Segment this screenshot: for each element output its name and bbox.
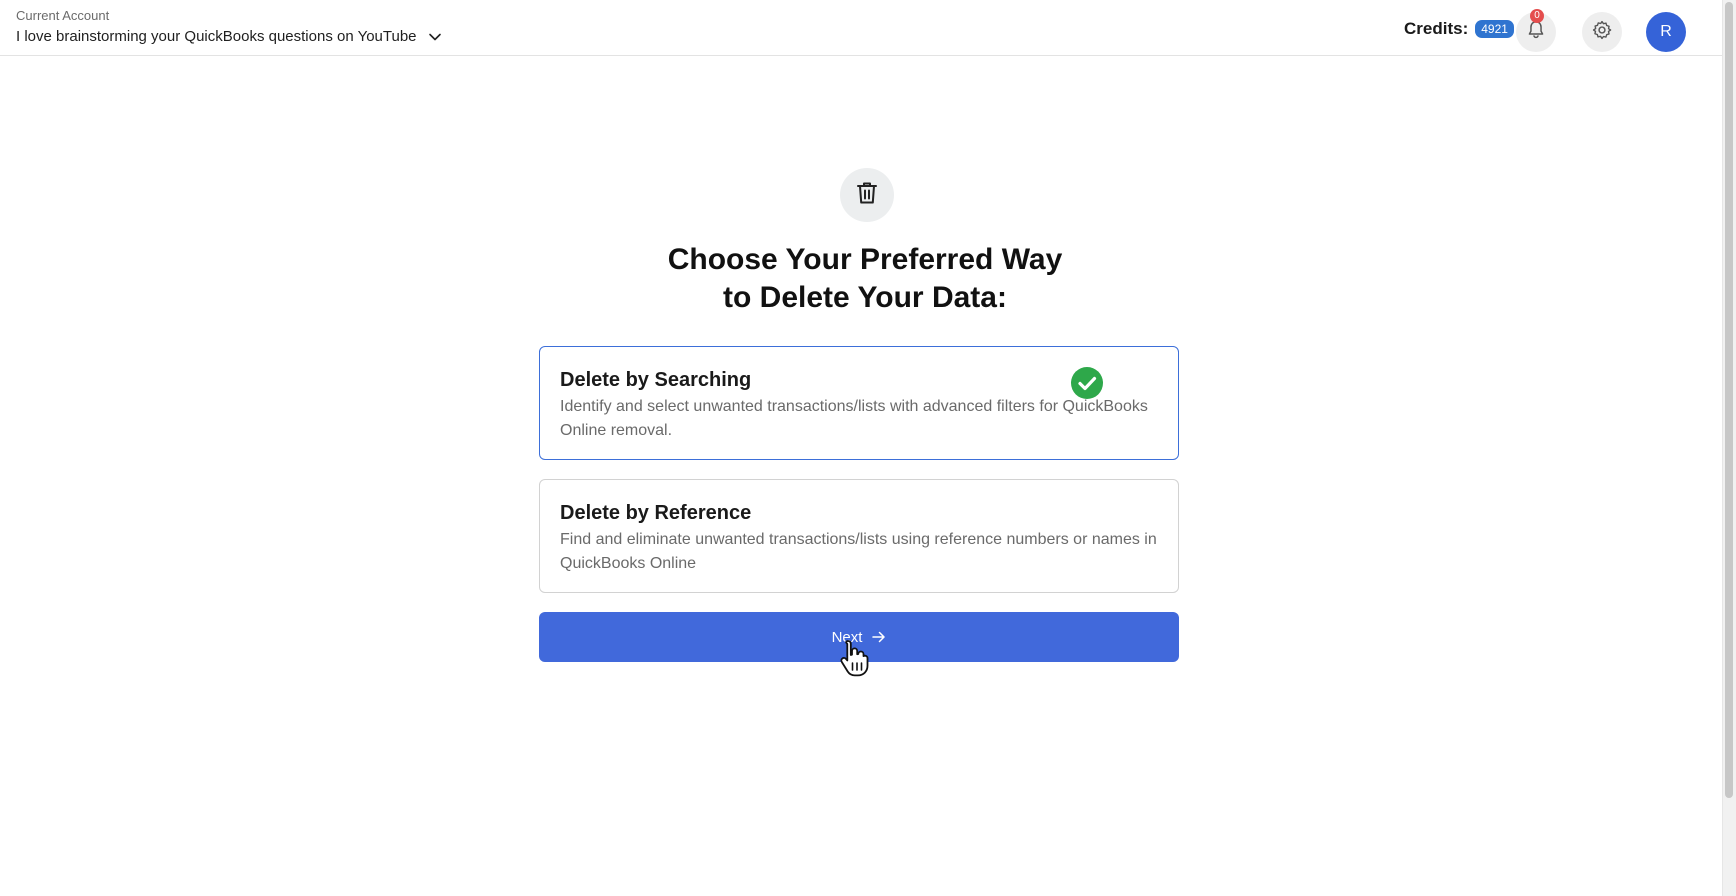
avatar[interactable]: R xyxy=(1646,12,1686,52)
chevron-down-icon[interactable] xyxy=(427,29,443,45)
credits-label: Credits: xyxy=(1404,19,1469,38)
option-description: Find and eliminate unwanted transactions… xyxy=(560,531,1157,572)
check-circle-icon xyxy=(1071,367,1103,399)
option-description: Identify and select unwanted transaction… xyxy=(560,398,1148,439)
settings-button[interactable] xyxy=(1582,12,1622,52)
credits-badge: 4921 xyxy=(1475,20,1514,38)
option-title: Delete by Searching xyxy=(560,369,752,391)
trash-icon xyxy=(855,180,879,211)
page-title-line-2: to Delete Your Data: xyxy=(723,281,1007,314)
account-label: Current Account xyxy=(16,8,110,23)
account-select[interactable]: I love brainstorming your QuickBooks que… xyxy=(16,28,443,46)
page-title: Choose Your Preferred Way to Delete Your… xyxy=(540,241,1190,317)
account-switcher[interactable]: Current Account I love brainstorming you… xyxy=(16,8,443,46)
trash-icon-container xyxy=(840,168,894,222)
hand-cursor-icon xyxy=(838,637,874,684)
scrollbar-thumb[interactable] xyxy=(1725,2,1733,798)
account-name: I love brainstorming your QuickBooks que… xyxy=(16,28,417,45)
notification-count-badge: 0 xyxy=(1530,9,1544,23)
scrollbar[interactable] xyxy=(1722,0,1736,896)
page-title-line-1: Choose Your Preferred Way xyxy=(667,243,1063,276)
top-bar: Current Account I love brainstorming you… xyxy=(0,0,1722,56)
option-title: Delete by Reference xyxy=(560,502,752,524)
option-delete-by-searching[interactable]: Delete by Searching Identify and select … xyxy=(539,346,1179,460)
arrow-right-icon xyxy=(872,631,886,643)
gear-icon xyxy=(1591,19,1613,46)
main-content: Choose Your Preferred Way to Delete Your… xyxy=(0,57,1722,896)
credits: Credits: 4921 xyxy=(1404,19,1514,39)
option-delete-by-reference[interactable]: Delete by Reference Find and eliminate u… xyxy=(539,479,1179,593)
